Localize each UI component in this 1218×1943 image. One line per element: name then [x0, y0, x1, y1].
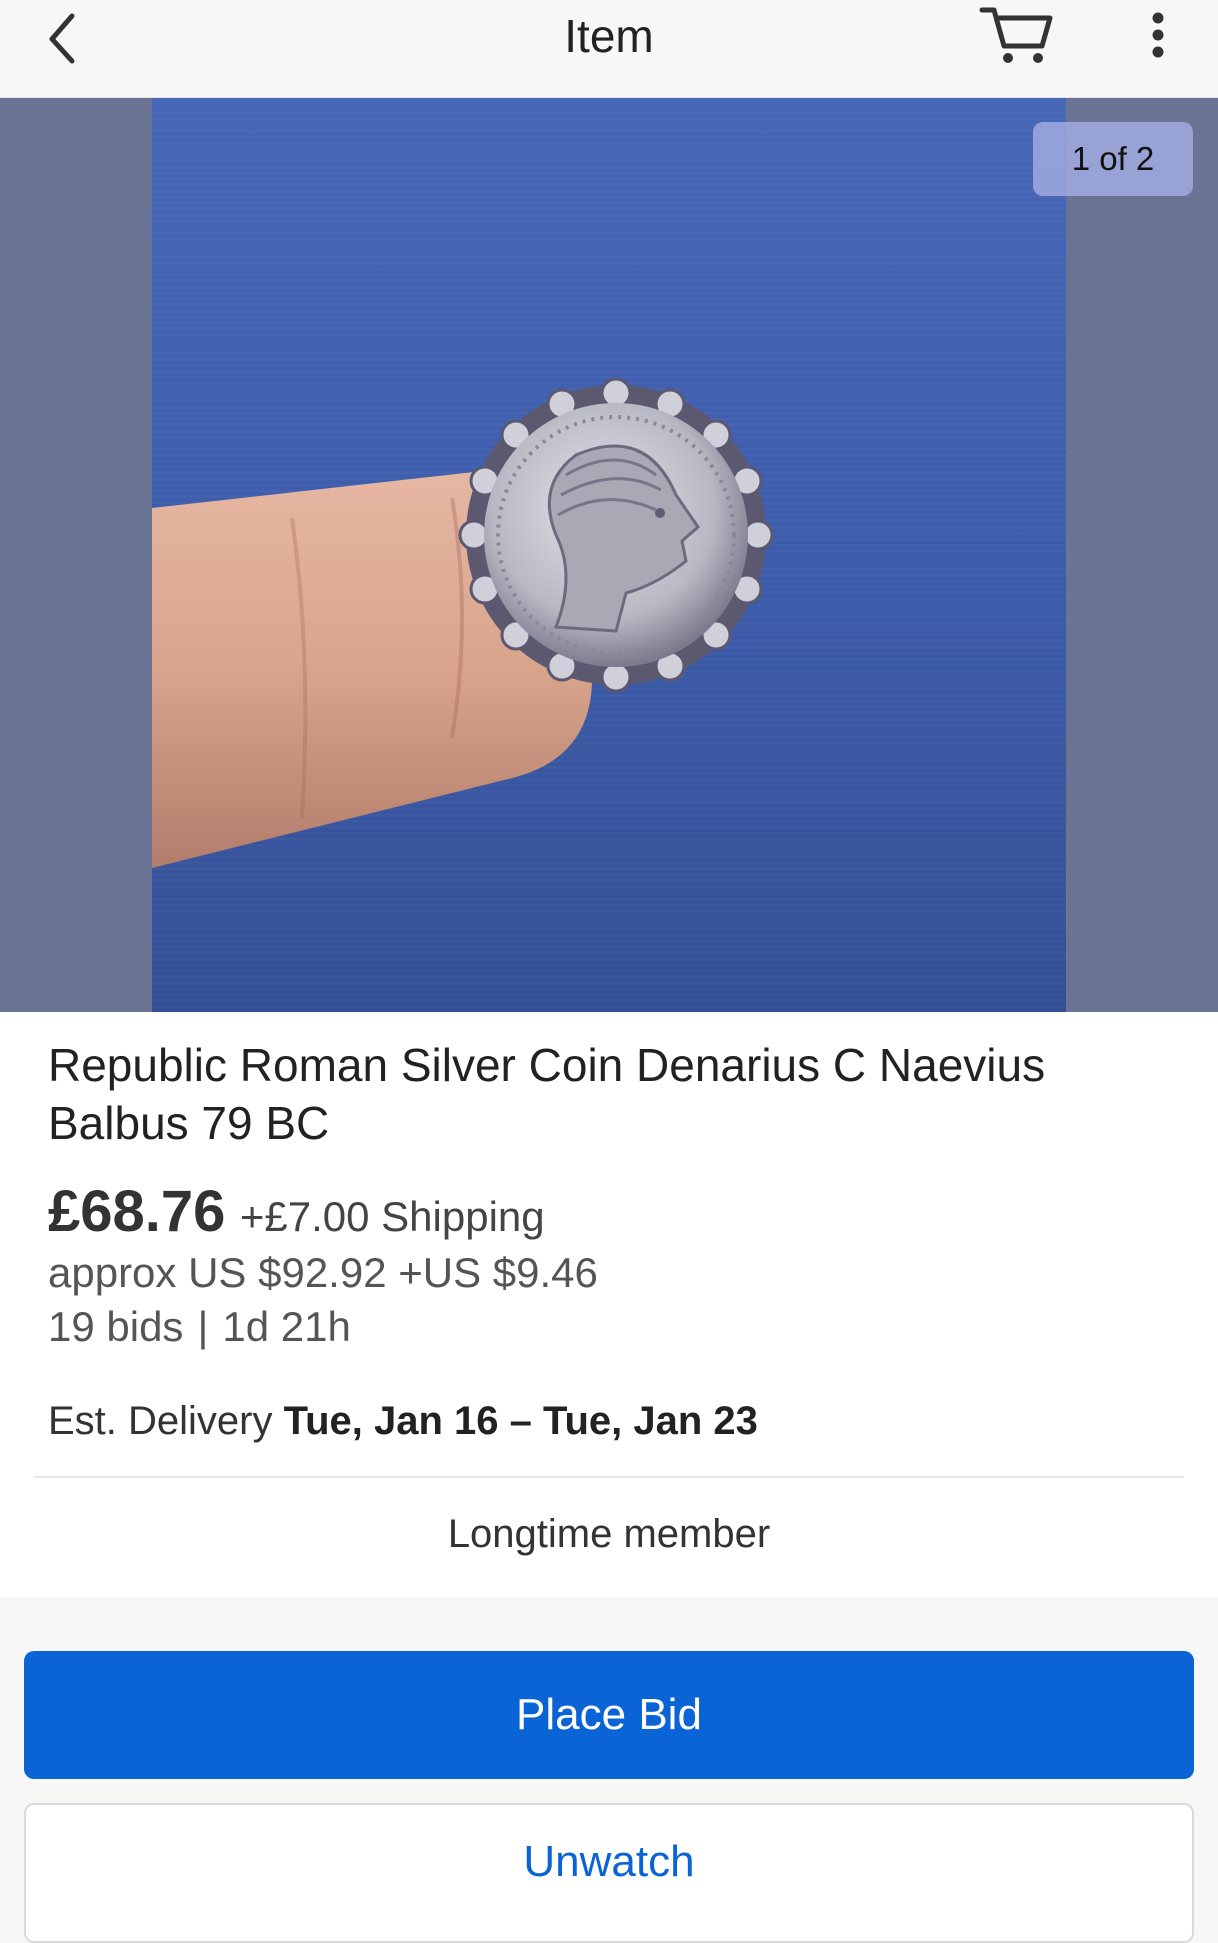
delivery-dates: Tue, Jan 16 – Tue, Jan 23 [283, 1399, 758, 1443]
cart-icon [979, 7, 1053, 63]
unwatch-button[interactable]: Unwatch [24, 1803, 1194, 1943]
product-photo[interactable] [152, 98, 1066, 1012]
current-price: £68.76 [48, 1179, 226, 1244]
image-counter-badge[interactable]: 1 of 2 [1033, 122, 1193, 196]
delivery-label: Est. Delivery [48, 1399, 273, 1443]
bids-separator: | [197, 1303, 209, 1350]
seller-badge: Longtime member [447, 1512, 771, 1556]
time-left: 1d 21h [222, 1303, 351, 1350]
shipping-cost: +£7.00 Shipping [239, 1193, 545, 1240]
image-gallery[interactable]: 1 of 2 [0, 98, 1218, 1012]
cart-button[interactable] [978, 0, 1056, 70]
estimated-delivery: Est. Delivery Tue, Jan 16 – Tue, Jan 23 [48, 1399, 758, 1444]
place-bid-button[interactable]: Place Bid [24, 1651, 1194, 1779]
item-details: Republic Roman Silver Coin Denarius C Na… [0, 1012, 1218, 1597]
more-options-button[interactable] [1138, 6, 1178, 66]
price-row: £68.76 +£7.00 Shipping [48, 1178, 545, 1245]
bid-count[interactable]: 19 bids [48, 1303, 183, 1350]
more-vertical-icon [1152, 12, 1164, 58]
bids-row: 19 bids | 1d 21h [48, 1303, 351, 1351]
divider [34, 1476, 1184, 1478]
top-navigation-bar: Item [0, 0, 1218, 98]
approx-usd-price: approx US $92.92 +US $9.46 [48, 1249, 598, 1296]
item-title: Republic Roman Silver Coin Denarius C Na… [48, 1039, 1046, 1149]
